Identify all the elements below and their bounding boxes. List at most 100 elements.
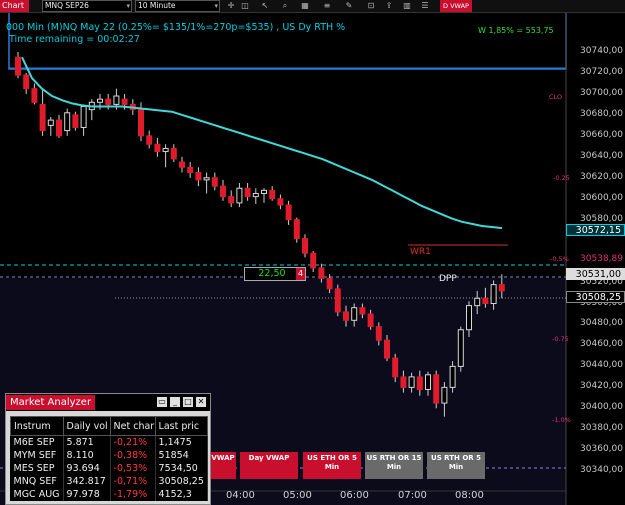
price-axis-label: 30680,00 [580,108,623,119]
us-rth-or-15-button[interactable]: US RTH OR 15 Min [365,452,423,479]
table-row[interactable]: MGC AUG 97.978 -1,79% 4152,3 [10,488,208,501]
candle [351,307,358,321]
pct-label: -0.75 [552,335,569,343]
candle [211,177,218,187]
zoom-icon[interactable]: ⌕ [280,0,290,12]
volume-cell: 5.871 [63,435,111,449]
candle [425,374,431,390]
candle [170,147,177,160]
wr1-label: WR1 [410,247,431,257]
candle [433,374,440,404]
price-axis-label: 30340,00 [580,465,623,476]
candle [302,238,308,254]
minimize-icon[interactable]: _ [170,397,180,407]
candle [31,88,38,103]
candle [195,172,202,181]
maximize-icon[interactable]: □ [183,397,193,407]
vwap-button[interactable]: VWAP [210,452,236,479]
candle [277,198,284,206]
pct-label: -0.5% [550,255,569,263]
candle [416,376,423,390]
candle [359,307,366,315]
us-eth-or-5-button[interactable]: US ETH OR 5 Min [303,452,361,479]
table-row[interactable]: MES SEP 93.694 -0,53% 7534,50 [10,462,208,475]
price-axis-label: 30600,00 [580,192,623,203]
candle [80,105,87,128]
order-ticket[interactable]: 22,50 4 [244,267,306,281]
price-axis-label: 30620,00 [580,171,623,182]
pnl-label: W 1,85% = 553,75 [478,26,554,35]
price-axis-label: 30480,00 [580,318,623,329]
candle [154,143,161,153]
upper-price-tag: 30538,89 [580,254,623,264]
price-axis-label: 30660,00 [580,129,623,140]
order-quantity[interactable]: 22,50 [245,268,299,280]
grid-icon[interactable]: ▦ [300,0,310,12]
last-price-cell: 51854 [155,449,208,462]
candle [400,376,407,388]
column-header[interactable]: Net char [109,416,156,436]
candle [39,103,46,132]
candle [236,187,243,204]
column-header[interactable]: Instrum [10,416,64,436]
chart-toolbar: Chart MNQ SEP26 ▾ 10 Minute ▾ ✛ ◫ ↖ ⌕ ▦ … [0,0,625,13]
instrument-cell: MYM SEF [10,449,64,462]
lock-icon[interactable]: ◫ [240,0,250,12]
time-label: 06:00 [340,490,369,501]
clo-label: CLO [549,93,563,101]
candle [23,74,30,90]
close-icon[interactable]: ✕ [196,397,206,407]
crosshair-icon[interactable]: ✛ [226,0,236,12]
time-label: 08:00 [455,490,484,501]
candle [343,311,349,321]
candle [466,305,472,331]
chevron-down-icon: ▾ [126,2,130,10]
candle [441,386,448,404]
draw-icon[interactable]: ✎ [344,0,354,12]
menu-icon[interactable]: ▭ [157,397,167,407]
market-analyzer-titlebar[interactable]: Market Analyzer ▭ _ □ ✕ [6,394,210,411]
pct-label: -0.25 [553,174,570,182]
candle [293,219,300,240]
instrument-selector[interactable]: MNQ SEP26 ▾ [42,0,132,12]
column-header[interactable]: Daily vol [62,416,111,436]
table-row[interactable]: MNQ SEF 342.817 -0,71% 30508,25 [10,475,208,488]
indicator-badge[interactable]: D VWAP [440,0,472,12]
day-vwap-button[interactable]: Day VWAP [240,452,298,479]
instrument-cell: M6E SEP [10,435,64,449]
price-axis-label: 30400,00 [580,402,623,413]
last-price-cell: 7534,50 [155,462,208,475]
us-rth-or-5-button[interactable]: US RTH OR 5 Min [427,452,485,479]
candle [285,204,292,221]
table-row[interactable]: M6E SEP 5.871 -0,21% 1,1475 [10,435,208,449]
text-icon[interactable]: ≡ [322,0,332,12]
cursor-icon[interactable]: ↖ [260,0,270,12]
candle [121,98,128,105]
chart-tab[interactable]: Chart [0,0,29,12]
price-axis-label: 30640,00 [580,150,623,161]
candle [326,277,333,290]
price-axis-label: 30580,00 [580,213,623,224]
candle [490,284,497,305]
properties-icon[interactable]: ☰ [420,0,430,12]
time-label: 07:00 [398,490,427,501]
share-icon[interactable]: ⇪ [384,0,394,12]
bars-icon[interactable]: ▥ [402,0,412,12]
vwap-price-tag: 30572,15 [566,224,625,236]
order-count[interactable]: 4 [296,268,305,280]
candle [138,109,144,137]
interval-selector[interactable]: 10 Minute ▾ [135,0,220,12]
instrument-cell: MGC AUG [10,488,64,501]
chevron-down-icon: ▾ [214,2,218,10]
candle [269,189,276,200]
candle [449,365,456,388]
candle [384,339,390,359]
camera-icon[interactable]: ⊡ [366,0,376,12]
table-row[interactable]: MYM SEF 8.110 -0,38% 51854 [10,449,208,462]
column-header[interactable]: Last pric [154,416,208,436]
last-price-tag: 30508,25 [566,291,625,303]
price-axis-label: 30740,00 [580,46,623,56]
dpp-label: DPP [439,274,457,284]
price-axis-label: 30700,00 [580,87,623,98]
candle [375,326,382,341]
